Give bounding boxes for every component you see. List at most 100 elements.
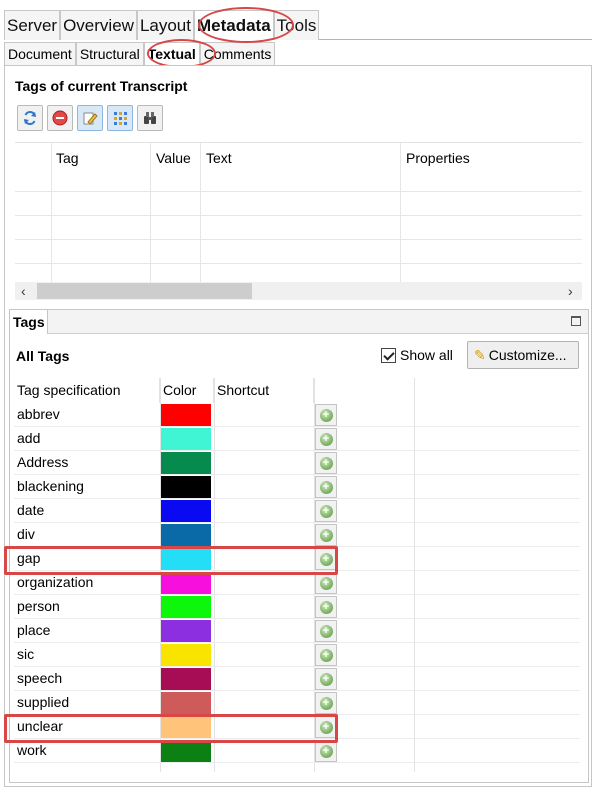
column-header-tag[interactable]: Tag [56,150,79,166]
add-tag-button[interactable]: + [315,572,337,594]
edit-button[interactable] [77,105,103,131]
tab-server[interactable]: Server [4,10,61,40]
tag-color-swatch[interactable] [161,740,211,762]
tag-row-div[interactable]: div + [14,523,580,547]
column-header-shortcut[interactable]: Shortcut [214,378,314,403]
add-icon: + [319,456,333,470]
tag-row-abbrev[interactable]: abbrev + [14,403,580,427]
tag-color-swatch[interactable] [161,572,211,594]
tags-table-header: Tag specification Color Shortcut [14,378,580,403]
tag-row-speech[interactable]: speech + [14,667,580,691]
table-row[interactable] [15,239,582,240]
all-tags-heading: All Tags [16,348,70,364]
unclear-row-highlight [4,714,338,743]
table-row[interactable] [15,191,582,192]
tag-row-add[interactable]: add + [14,427,580,451]
add-icon: + [319,696,333,710]
tab-structural[interactable]: Structural [75,42,144,65]
tab-layout[interactable]: Layout [136,10,194,40]
delete-button[interactable] [47,105,73,131]
add-icon: + [319,648,333,662]
add-tag-button[interactable]: + [315,452,337,474]
add-tag-button[interactable]: + [315,668,337,690]
add-tag-button[interactable]: + [315,524,337,546]
column-header-properties[interactable]: Properties [406,150,470,166]
add-icon: + [319,480,333,494]
add-tag-button[interactable]: + [315,620,337,642]
scroll-right-icon[interactable]: › [568,282,573,300]
tab-overview[interactable]: Overview [60,10,137,40]
tag-color-swatch[interactable] [161,620,211,642]
customize-label: Customize... [488,347,567,363]
tab-document[interactable]: Document [4,42,76,65]
tag-name: place [17,622,51,638]
maximize-icon[interactable] [571,316,581,326]
add-tag-button[interactable]: + [315,404,337,426]
tag-row-supplied[interactable]: supplied + [14,691,580,715]
scrollbar-thumb[interactable] [37,283,252,299]
tag-row-date[interactable]: date + [14,499,580,523]
add-tag-button[interactable]: + [315,428,337,450]
tag-name: abbrev [17,406,60,422]
tag-name: blackening [17,478,84,494]
textual-metadata-panel: Tags of current Transcript Tag Value Tex… [4,65,592,787]
column-header-color[interactable]: Color [160,378,214,403]
pencil-icon: ✎ [474,346,486,363]
tag-color-swatch[interactable] [161,524,211,546]
tag-name: div [17,526,35,542]
delete-icon [52,110,68,126]
tag-row-person[interactable]: person + [14,595,580,619]
add-icon: + [319,744,333,758]
horizontal-scrollbar[interactable]: ‹ › [15,282,582,300]
tag-name: Address [17,454,69,470]
add-icon: + [319,408,333,422]
show-all-checkbox[interactable]: Show all [381,347,453,363]
tab-tags[interactable]: Tags [10,310,48,334]
transcript-tags-title: Tags of current Transcript [15,78,188,94]
gap-row-highlight [4,546,338,575]
tag-color-swatch[interactable] [161,668,211,690]
add-icon: + [319,624,333,638]
table-row[interactable] [15,215,582,216]
grid-view-button[interactable] [107,105,133,131]
tag-color-swatch[interactable] [161,404,211,426]
column-header-text[interactable]: Text [206,150,232,166]
tag-name: speech [17,670,63,686]
tag-color-swatch[interactable] [161,692,211,714]
transcript-tags-table: Tag Value Text Properties [15,142,582,284]
tag-color-swatch[interactable] [161,476,211,498]
tag-row-address[interactable]: Address + [14,451,580,475]
tag-color-swatch[interactable] [161,452,211,474]
add-tag-button[interactable]: + [315,692,337,714]
add-tag-button[interactable]: + [315,644,337,666]
textual-tab-highlight [147,39,216,68]
metadata-sub-tab-bar: Document Structural Textual Comments [4,42,276,65]
add-tag-button[interactable]: + [315,476,337,498]
tag-color-swatch[interactable] [161,500,211,522]
tag-row-place[interactable]: place + [14,619,580,643]
tag-row-blackening[interactable]: blackening + [14,475,580,499]
scroll-left-icon[interactable]: ‹ [21,282,26,300]
table-row[interactable] [15,263,582,264]
add-icon: + [319,672,333,686]
add-tag-button[interactable]: + [315,596,337,618]
main-tab-bar: Server Overview Layout Metadata Tools [4,10,592,40]
column-header-tag-specification[interactable]: Tag specification [14,378,160,403]
tag-color-swatch[interactable] [161,596,211,618]
tag-name: person [17,598,60,614]
tag-color-swatch[interactable] [161,428,211,450]
checkbox-checked-icon[interactable] [381,347,396,363]
tag-row-sic[interactable]: sic + [14,643,580,667]
binoculars-icon [144,112,156,124]
tag-color-swatch[interactable] [161,644,211,666]
add-tag-button[interactable]: + [315,740,337,762]
edit-icon [83,112,98,125]
tag-name: sic [17,646,35,662]
search-button[interactable] [137,105,163,131]
add-tag-button[interactable]: + [315,500,337,522]
refresh-button[interactable] [17,105,43,131]
customize-button[interactable]: ✎ Customize... [467,341,579,369]
column-header-value[interactable]: Value [156,150,191,166]
add-icon: + [319,504,333,518]
add-icon: + [319,600,333,614]
